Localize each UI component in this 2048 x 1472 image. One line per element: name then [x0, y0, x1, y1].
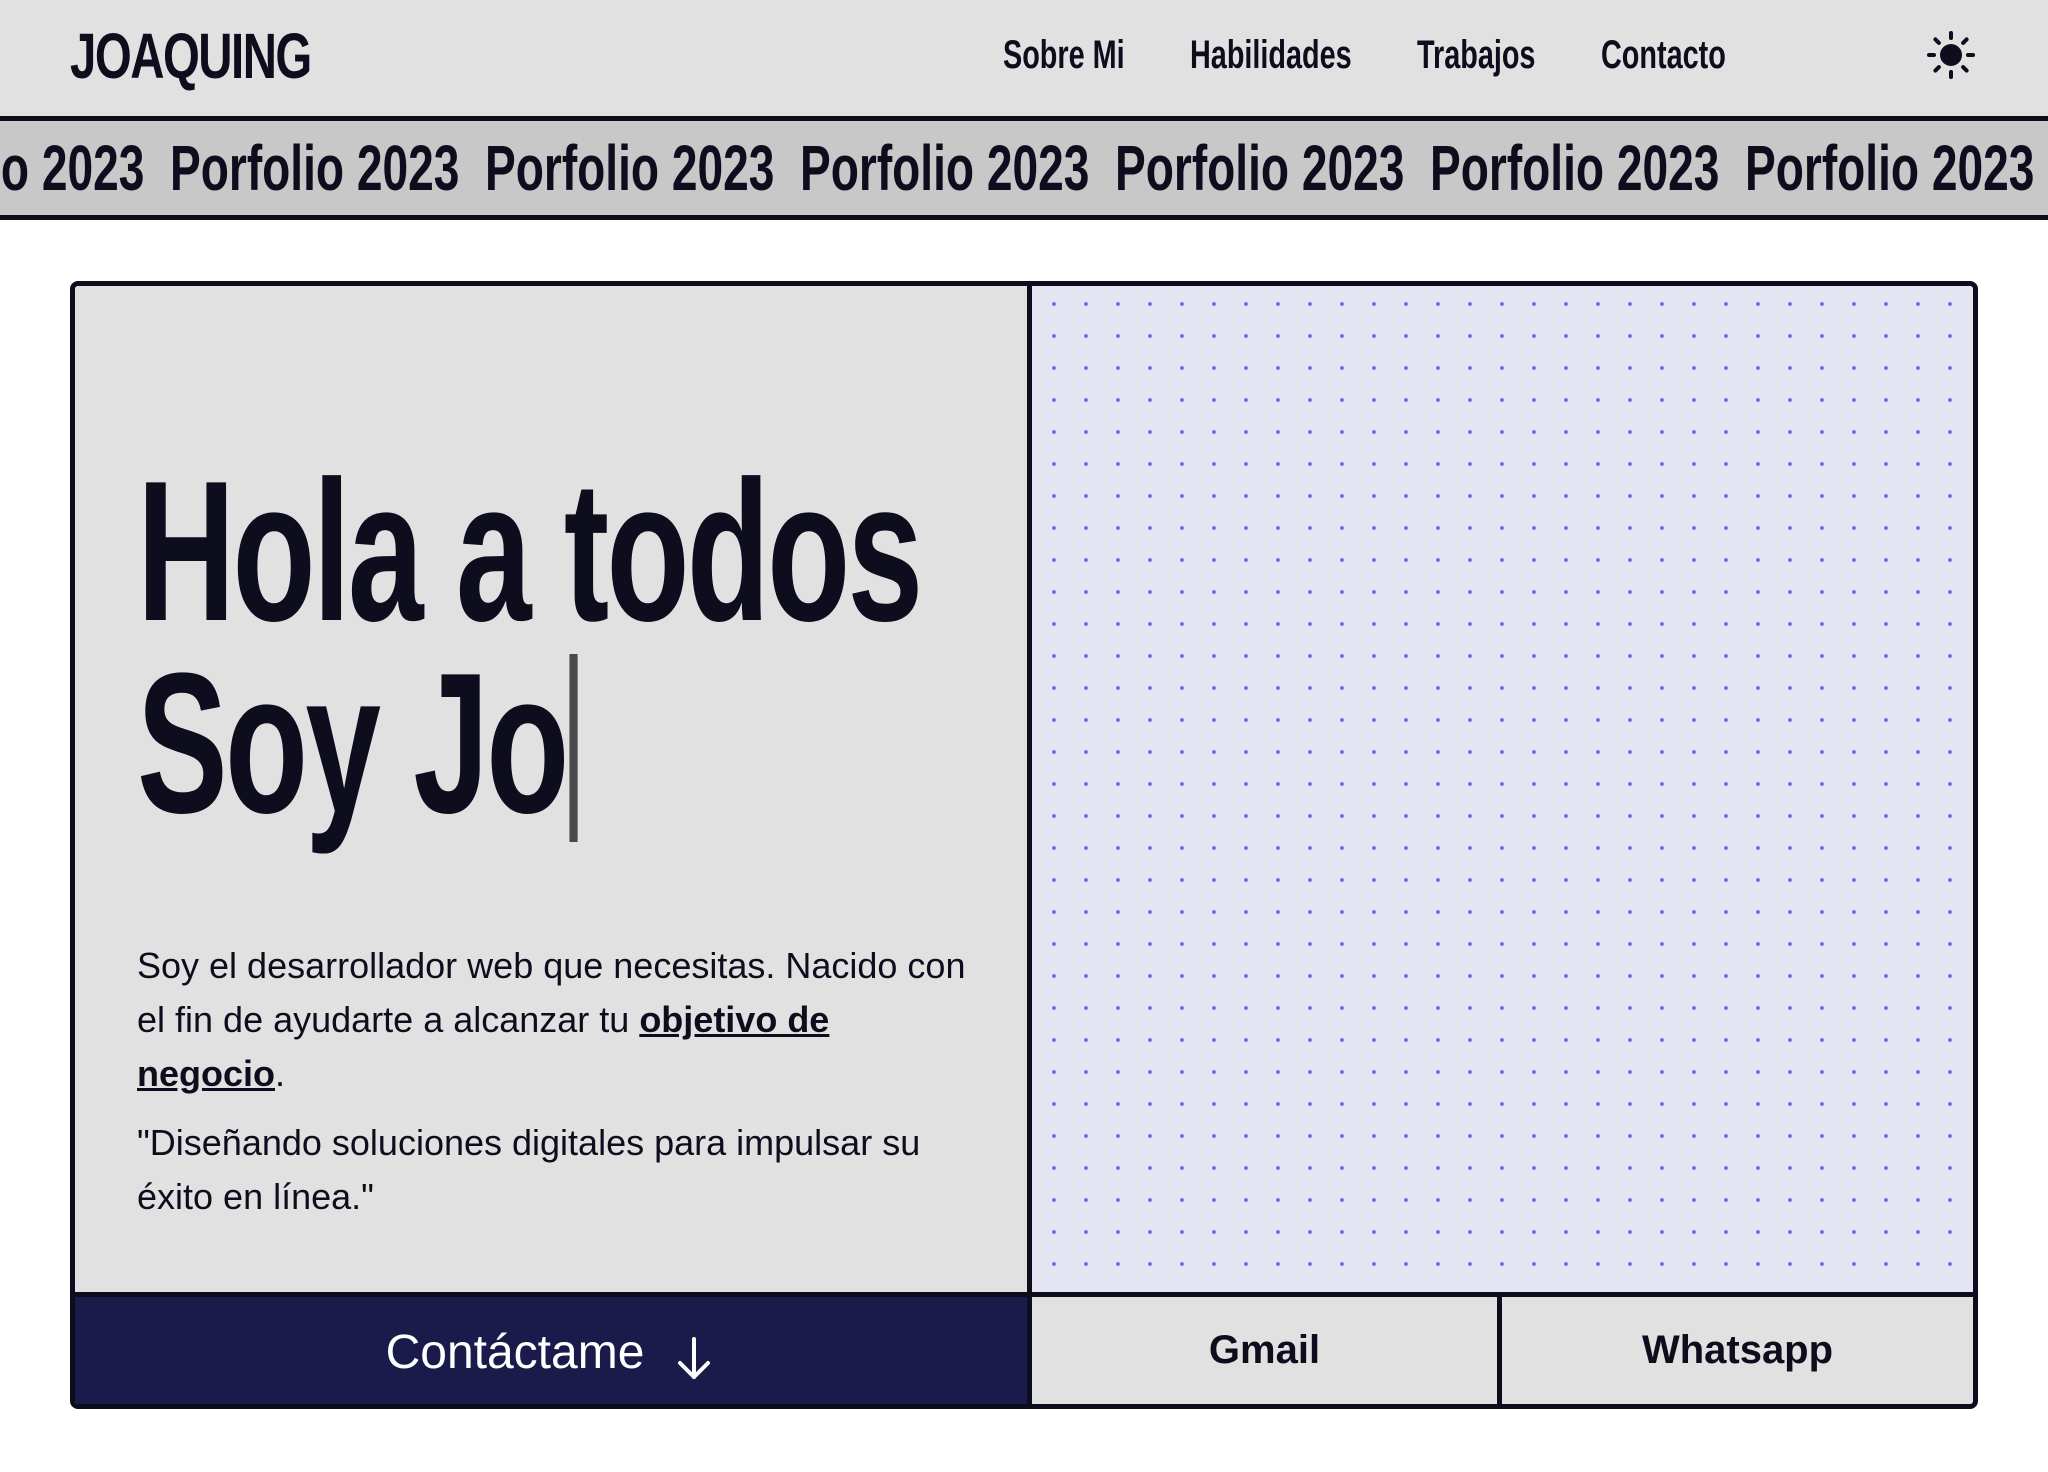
nav-item-contacto[interactable]: Contacto [1601, 30, 1726, 80]
marquee-item: Porfolio 2023 [485, 132, 775, 204]
marquee-item: Porfolio 2023 [800, 132, 1090, 204]
headline-line-2: Soy Jo [137, 644, 735, 844]
theme-toggle-button[interactable] [1926, 30, 1976, 80]
nav-links: Sobre Mi Habilidades Trabajos Contacto [0, 30, 2048, 80]
whatsapp-button[interactable]: Whatsapp [1502, 1297, 1973, 1404]
marquee-item: Porfolio 2023 [0, 132, 145, 204]
marquee-item: Porfolio 2023 [170, 132, 460, 204]
nav-item-habilidades[interactable]: Habilidades [1190, 30, 1352, 80]
marquee-track: Porfolio 2023 Porfolio 2023 Porfolio 2023 P… [0, 121, 2048, 215]
sun-icon [1927, 31, 1975, 79]
hero-quote: "Diseñando soluciones digitales para imp… [137, 1122, 921, 1217]
typing-cursor [569, 654, 578, 842]
intro-period: . [275, 1053, 286, 1094]
contact-button-label: Contáctame [385, 1326, 645, 1380]
gmail-button[interactable]: Gmail [1032, 1297, 1497, 1404]
navbar: JOAQUING Sobre Mi Habilidades Trabajos C… [0, 0, 2048, 116]
contact-button[interactable]: Contáctame [75, 1297, 1027, 1404]
nav-item-sobre-mi[interactable]: Sobre Mi [1003, 30, 1125, 80]
marquee-item: Porfolio 2023 [1115, 132, 1405, 204]
marquee-item: Porfolio 2023 [1745, 132, 2035, 204]
hero-headline: Hola a todos Soy Jo [137, 440, 923, 844]
hero-intro: Soy el desarrollador web que necesitas. … [137, 939, 977, 1101]
intro-text: Soy el desarrollador web que necesitas. … [137, 945, 966, 1040]
marquee-banner: Porfolio 2023 Porfolio 2023 Porfolio 2023 P… [0, 116, 2048, 220]
hero-text-panel: Hola a todos Soy Jo Soy el desarrollador… [75, 286, 1027, 1292]
headline-line-1: Hola a todos [137, 440, 923, 663]
dot-grid-panel [1032, 286, 1973, 1292]
marquee-item: Porfolio 2023 [1430, 132, 1720, 204]
hero-card: Hola a todos Soy Jo Soy el desarrollador… [70, 281, 1978, 1409]
arrow-down-icon [678, 1337, 711, 1380]
headline-typed-text: Soy Jo [137, 632, 569, 855]
nav-item-trabajos[interactable]: Trabajos [1417, 30, 1535, 80]
